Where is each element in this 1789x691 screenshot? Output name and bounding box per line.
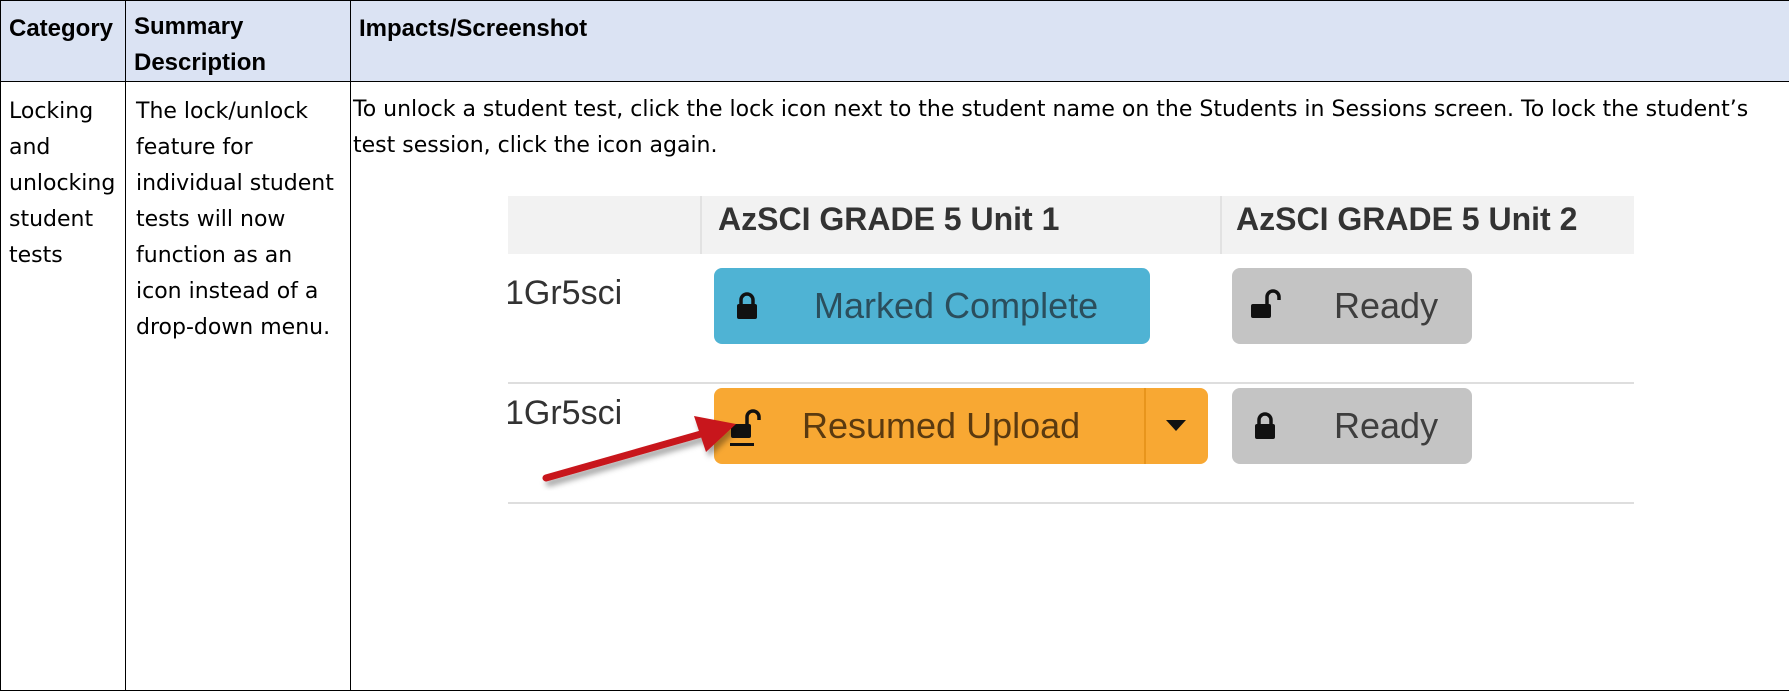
summary-header: Summary Description <box>134 13 267 76</box>
students-in-sessions-screenshot: AzSCI GRADE 5 Unit 1 AzSCI GRADE 5 Unit … <box>508 196 1634 536</box>
impacts-header: Impacts/Screenshot <box>359 15 588 42</box>
category-header: Category <box>9 15 114 42</box>
summary-text: The lock/unlock feature for individual s… <box>136 99 334 340</box>
summary-header-cell: Summary Description <box>125 0 351 82</box>
red-arrow-icon <box>542 416 736 482</box>
summary-cell: The lock/unlock feature for individual s… <box>125 81 351 691</box>
header-row: Category Summary Description Impacts/Scr… <box>0 0 1789 82</box>
impacts-text: To unlock a student test, click the lock… <box>353 97 1749 158</box>
category-header-cell: Category <box>0 0 126 82</box>
category-cell: Locking and unlocking student tests <box>0 81 126 691</box>
category-text: Locking and unlocking student tests <box>9 99 116 268</box>
impacts-header-cell: Impacts/Screenshot <box>350 0 1789 82</box>
